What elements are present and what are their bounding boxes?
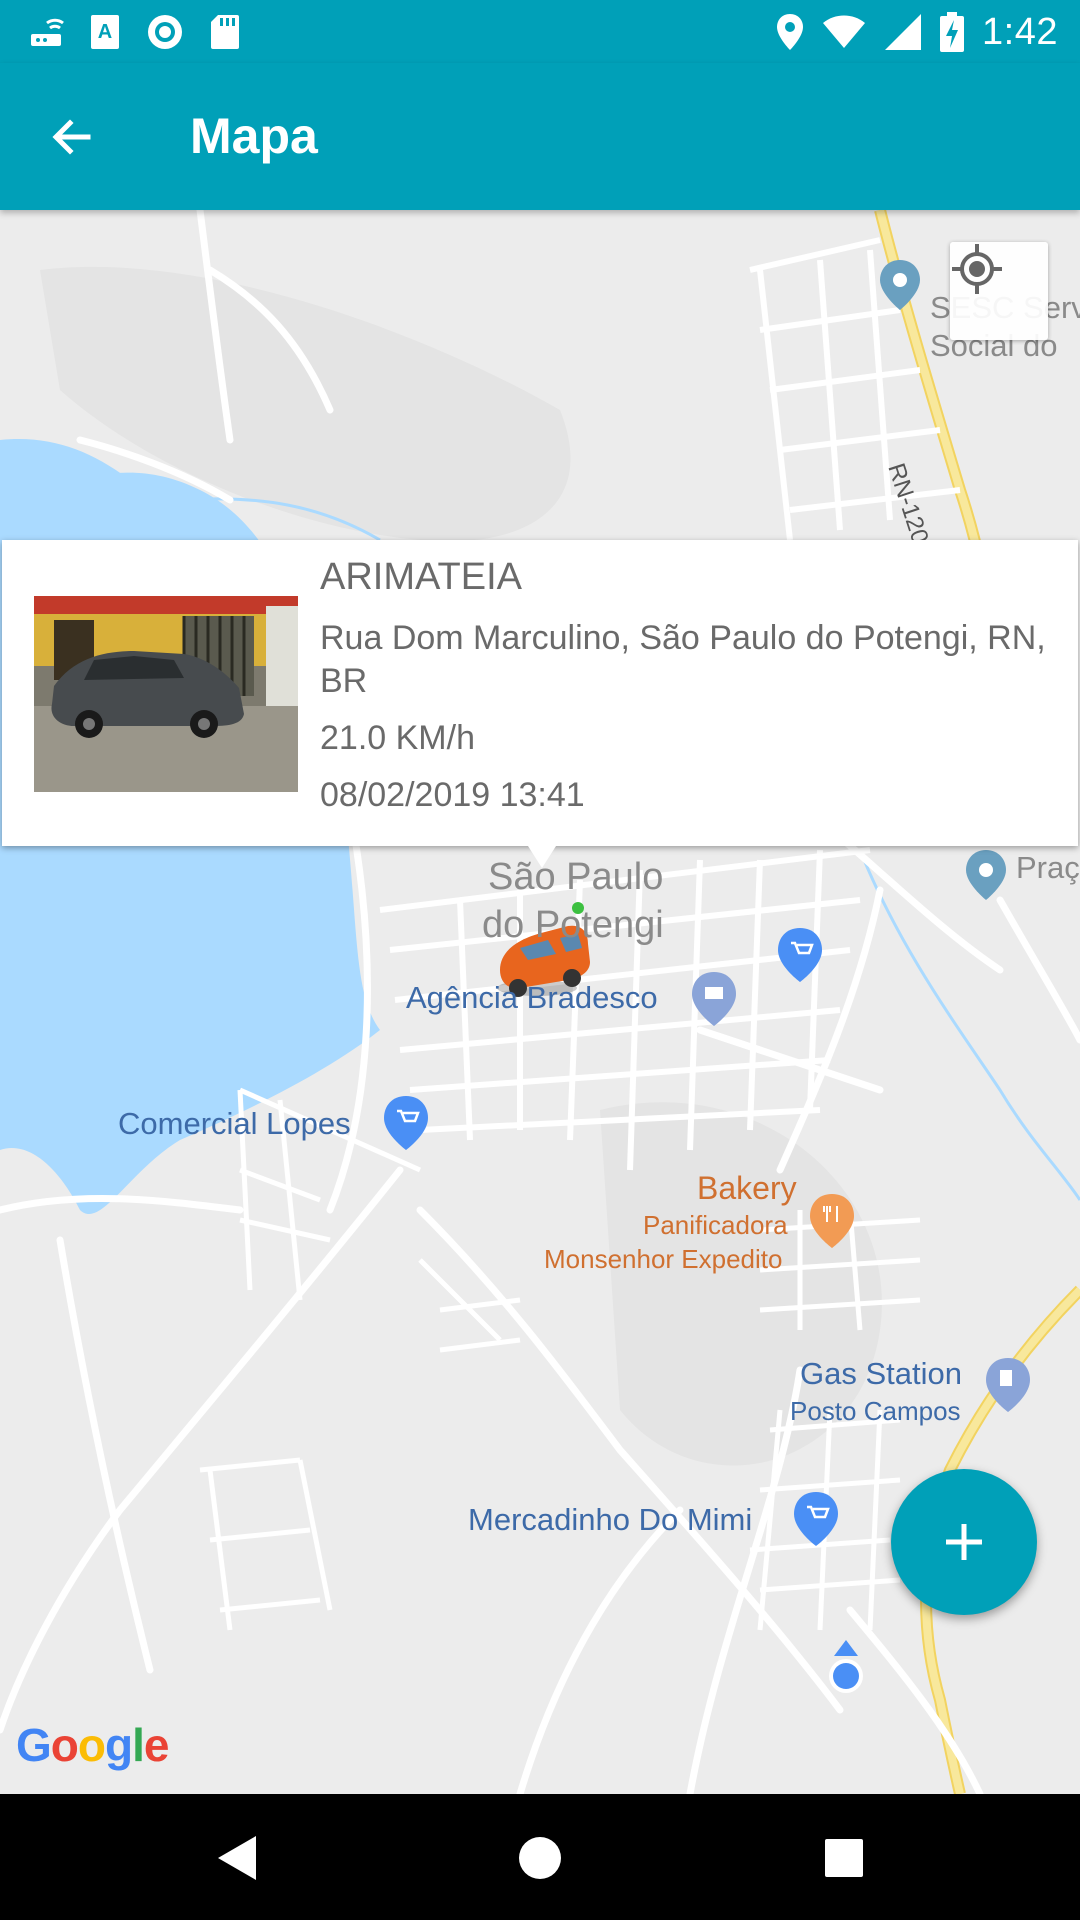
back-triangle-icon bbox=[218, 1836, 256, 1880]
map-label-city: São Paulo bbox=[488, 856, 664, 898]
signal-icon bbox=[885, 14, 922, 50]
map-label-city-2: do Potengi bbox=[482, 904, 664, 946]
vehicle-address: Rua Dom Marculino, São Paulo do Potengi,… bbox=[320, 619, 1046, 700]
map-label-comercial-lopes: Comercial Lopes bbox=[118, 1106, 351, 1141]
vehicle-speed: 21.0 KM/h bbox=[320, 719, 475, 757]
map-label-panificadora: Panificadora bbox=[643, 1210, 788, 1240]
map-label-praca: Praç bbox=[1016, 850, 1080, 885]
map-label-mercadinho: Mercadinho Do Mimi bbox=[468, 1502, 753, 1537]
location-icon bbox=[777, 14, 804, 50]
map-label-bakery: Bakery bbox=[697, 1170, 797, 1206]
system-nav-bar bbox=[0, 1794, 1080, 1920]
add-button[interactable] bbox=[891, 1469, 1037, 1615]
nav-back-button[interactable] bbox=[200, 1822, 272, 1894]
nav-home-button[interactable] bbox=[504, 1822, 576, 1894]
vehicle-datetime: 08/02/2019 13:41 bbox=[320, 776, 585, 814]
record-icon bbox=[148, 15, 182, 49]
vehicle-photo bbox=[34, 596, 298, 792]
vehicle-info-window[interactable]: ARIMATEIA Rua Dom Marculino, São Paulo d… bbox=[2, 540, 1078, 846]
my-location-button[interactable] bbox=[950, 242, 1048, 340]
app-bar: Mapa bbox=[0, 63, 1080, 210]
home-circle-icon bbox=[519, 1837, 561, 1879]
info-window-pointer bbox=[528, 846, 556, 868]
sd-card-icon bbox=[211, 15, 239, 49]
router-icon bbox=[31, 18, 64, 46]
keyboard-a-icon: A bbox=[91, 15, 119, 49]
status-time: 1:42 bbox=[982, 10, 1058, 53]
status-bar: A 1:42 bbox=[0, 0, 1080, 63]
svg-text:A: A bbox=[98, 21, 112, 43]
map-label-gas-station: Gas Station bbox=[800, 1356, 962, 1391]
google-logo: Google bbox=[16, 1718, 169, 1772]
map-label-monsenhor: Monsenhor Expedito bbox=[544, 1244, 783, 1274]
battery-charging-icon bbox=[940, 12, 965, 52]
google-logo-text: Google bbox=[16, 1719, 169, 1771]
map-label-posto-campos: Posto Campos bbox=[790, 1396, 961, 1426]
recents-square-icon bbox=[825, 1839, 863, 1877]
arrow-back-icon bbox=[52, 119, 91, 155]
wifi-icon bbox=[823, 15, 866, 48]
back-button[interactable] bbox=[36, 101, 108, 173]
plus-icon bbox=[946, 1524, 982, 1560]
crosshair-icon bbox=[952, 244, 1002, 294]
map-label-bradesco: Agência Bradesco bbox=[406, 980, 658, 1015]
nav-recents-button[interactable] bbox=[808, 1822, 880, 1894]
vehicle-name: ARIMATEIA bbox=[320, 556, 522, 598]
page-title: Mapa bbox=[190, 108, 318, 164]
